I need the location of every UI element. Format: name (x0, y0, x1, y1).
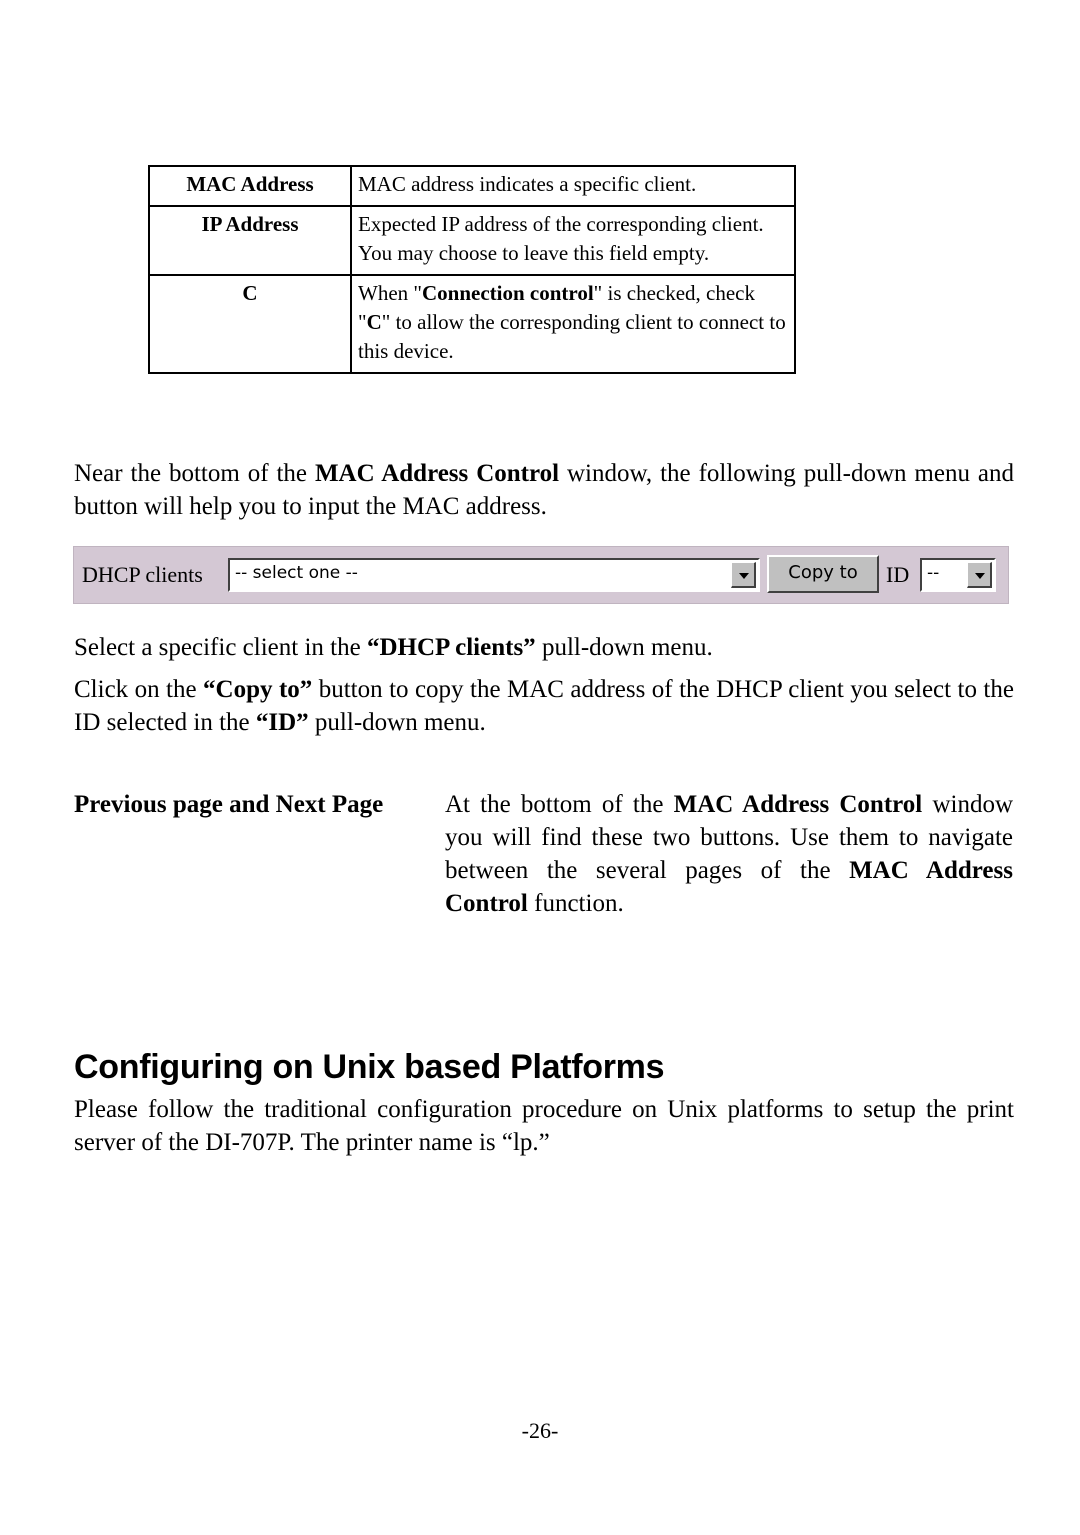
description-cell: When "Connection control" is checked, ch… (350, 274, 796, 374)
description-cell: MAC address indicates a specific client. (350, 165, 796, 207)
text: At the bottom of the (445, 791, 674, 818)
id-select[interactable]: -- (920, 558, 996, 592)
nav-term-description: At the bottom of the MAC Address Control… (445, 788, 1013, 920)
text: function. (527, 890, 624, 917)
select-value: -- select one -- (235, 563, 358, 583)
text: Select a specific client in the (74, 634, 367, 661)
text: pull-down menu. (535, 634, 713, 661)
bold-text: MAC Address Control (314, 460, 560, 487)
copy-to-button[interactable]: Copy to (767, 555, 879, 593)
dhcp-clients-label: DHCP clients (82, 562, 203, 587)
chevron-down-icon[interactable] (731, 562, 756, 588)
table-row: C When "Connection control" is checked, … (148, 274, 796, 374)
instruction-paragraph: Select a specific client in the “DHCP cl… (74, 631, 1014, 664)
definition-table: MAC Address MAC address indicates a spec… (148, 165, 796, 374)
bold-text: C (366, 310, 382, 334)
text: pull-down menu. (308, 709, 486, 736)
id-label: ID (886, 562, 910, 587)
select-value: -- (927, 563, 940, 583)
dhcp-clients-select[interactable]: -- select one -- (228, 558, 760, 592)
bold-text: “Copy to” (203, 676, 313, 703)
intro-paragraph: Near the bottom of the MAC Address Contr… (74, 457, 1014, 523)
text: Click on the (74, 676, 204, 703)
term-cell: C (148, 274, 352, 374)
table-row: IP Address Expected IP address of the co… (148, 205, 796, 276)
chevron-down-icon[interactable] (967, 562, 992, 588)
section-heading: Configuring on Unix based Platforms (74, 1048, 665, 1086)
text: Near the bottom of the (74, 460, 315, 487)
bold-text: “ID” (255, 709, 309, 736)
bold-text: Connection control (421, 281, 594, 305)
text: " to allow the corresponding client to c… (358, 310, 786, 363)
dhcp-clients-widget: DHCP clients -- select one -- Copy to ID… (73, 546, 1009, 604)
term-cell: MAC Address (148, 165, 352, 207)
term-cell: IP Address (148, 205, 352, 276)
unix-paragraph: Please follow the traditional configurat… (74, 1096, 1014, 1156)
text: When " (358, 281, 422, 305)
bold-text: MAC Address Control (673, 791, 923, 818)
table-row: MAC Address MAC address indicates a spec… (148, 165, 796, 207)
instruction-paragraph: Click on the “Copy to” button to copy th… (74, 673, 1014, 739)
nav-term-label: Previous page and Next Page (74, 791, 384, 818)
description-cell: Expected IP address of the corresponding… (350, 205, 796, 276)
page-number: -26- (521, 1418, 559, 1443)
bold-text: “DHCP clients” (366, 634, 536, 661)
